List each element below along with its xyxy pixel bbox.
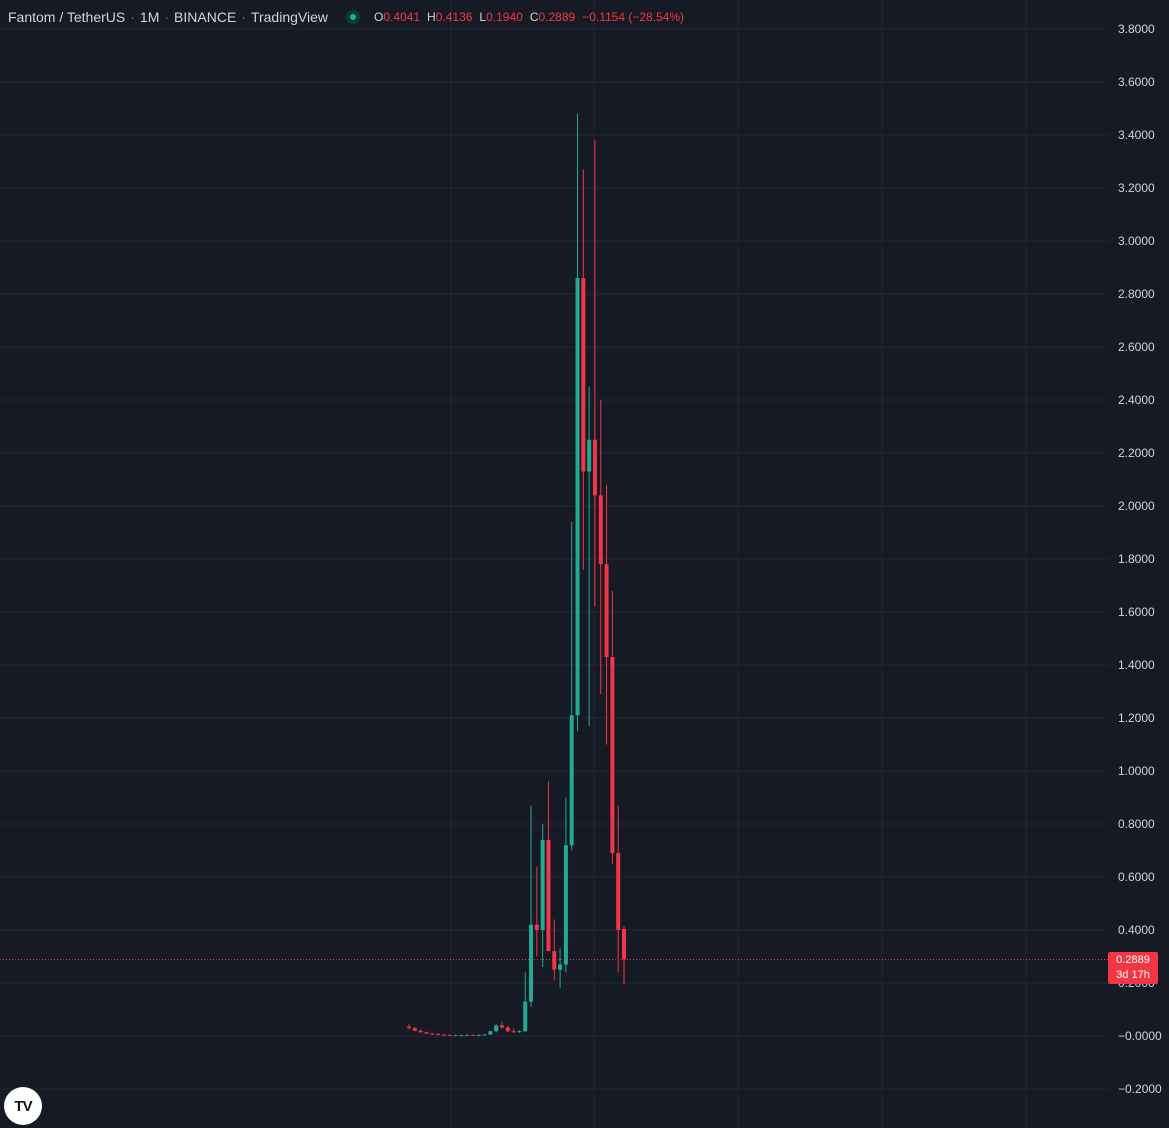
source-label: TradingView [250, 9, 328, 25]
candle-up [540, 839, 545, 930]
candle-down [511, 1031, 516, 1033]
candle-up [453, 1035, 458, 1037]
candle-down [505, 1027, 510, 1032]
price-tick-label: 0.6000 [1118, 870, 1155, 884]
candle-up [529, 924, 534, 1002]
candle-down [499, 1025, 504, 1028]
exchange-label: BINANCE [174, 9, 237, 25]
price-tick-label: 1.2000 [1118, 711, 1155, 725]
price-tick-label: 2.6000 [1118, 340, 1155, 354]
close-value: 0.2889 [538, 10, 576, 24]
candle-up [459, 1035, 464, 1037]
candle-down [412, 1028, 417, 1031]
high-label: H [427, 10, 436, 24]
price-tick-label: 3.8000 [1118, 22, 1155, 36]
price-tick-label: 3.2000 [1118, 181, 1155, 195]
candle-up [482, 1034, 487, 1036]
price-tick-label: −0.2000 [1118, 1082, 1162, 1096]
candle-up [465, 1034, 470, 1036]
candle-down [622, 928, 626, 960]
candle-up [517, 1031, 522, 1033]
open-value: 0.4041 [383, 10, 421, 24]
price-tick-label: 1.4000 [1118, 658, 1155, 672]
current-price-label: 0.2889 [1116, 954, 1150, 966]
candle-down [424, 1032, 429, 1034]
price-tick-label: 1.8000 [1118, 552, 1155, 566]
price-axis[interactable]: 3.8000 3.6000 3.4000 3.2000 3.0000 2.8000 2.60… [1118, 22, 1162, 1096]
symbol-name[interactable]: Fantom / TetherUS [8, 9, 125, 25]
candle-up [476, 1034, 481, 1036]
candle-down [430, 1033, 435, 1035]
change-value: −0.1154 (−28.54%) [582, 10, 685, 24]
candle-down [604, 564, 609, 658]
candle-up [569, 715, 574, 846]
price-tick-label: 2.0000 [1118, 499, 1155, 513]
candlestick-chart[interactable]: 3.8000 3.6000 3.4000 3.2000 3.0000 2.8000 2.60… [0, 0, 1169, 1128]
candle-down [581, 278, 586, 472]
price-tick-label: −0.0000 [1118, 1029, 1162, 1043]
candle-down [470, 1034, 475, 1036]
price-tick-label: 2.4000 [1118, 393, 1155, 407]
candle-up [575, 278, 580, 716]
tradingview-logo-icon[interactable]: TV [4, 1087, 42, 1125]
chart-legend: Fantom / TetherUS · 1M · BINANCE · Tradi… [8, 6, 684, 28]
candle-down [447, 1034, 452, 1036]
candle-up [523, 1001, 528, 1032]
candle-down [418, 1030, 423, 1033]
price-tick-label: 0.4000 [1118, 923, 1155, 937]
separator-dot: · [164, 9, 170, 25]
candle-up [488, 1031, 493, 1035]
candle-down [407, 1026, 411, 1029]
price-tick-label: 3.6000 [1118, 75, 1155, 89]
price-tick-label: 1.0000 [1118, 764, 1155, 778]
price-tick-label: 0.8000 [1118, 817, 1155, 831]
separator-dot: · [241, 9, 246, 25]
separator-dot: · [130, 9, 135, 25]
candle-down [552, 951, 557, 970]
candle-down [610, 657, 615, 854]
candle-up [494, 1025, 499, 1032]
candles [407, 113, 626, 1037]
candle-down [598, 495, 603, 565]
candle-up [587, 439, 592, 472]
candle-down [616, 853, 621, 930]
price-tick-label: 1.6000 [1118, 605, 1155, 619]
bar-countdown-label: 3d 17h [1116, 969, 1150, 981]
current-price-tag: 0.2889 3d 17h [1108, 952, 1158, 984]
market-status-icon[interactable] [346, 10, 360, 24]
candle-down [436, 1033, 441, 1035]
low-value: 0.1940 [486, 10, 523, 24]
price-tick-label: 3.4000 [1118, 128, 1155, 142]
candle-down [534, 924, 539, 930]
candle-up [563, 845, 568, 965]
candle-down [441, 1034, 446, 1036]
open-label: O [374, 10, 384, 24]
candle-down [546, 839, 551, 952]
candle-down [592, 439, 597, 496]
high-value: 0.4136 [435, 10, 473, 24]
candle-up [558, 964, 563, 970]
price-tick-label: 2.8000 [1118, 287, 1155, 301]
interval-label[interactable]: 1M [140, 9, 159, 25]
ohlc-values: O0.4041 H0.4136 L0.1940 C0.2889 −0.1154 … [374, 10, 684, 24]
price-tick-label: 2.2000 [1118, 446, 1155, 460]
price-tick-label: 3.0000 [1118, 234, 1155, 248]
